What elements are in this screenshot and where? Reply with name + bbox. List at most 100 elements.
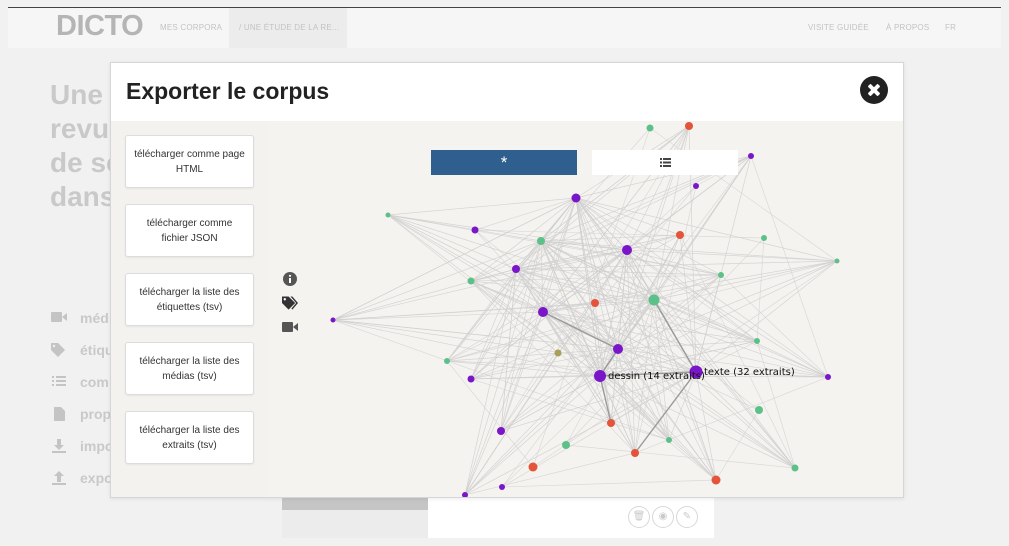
tags-icon (50, 343, 68, 357)
graph-edge (653, 260, 838, 301)
list-icon (50, 375, 68, 389)
graph-edges (332, 125, 838, 496)
graph-node[interactable] (685, 122, 693, 130)
network-graph[interactable]: texte (32 extraits) dessin (14 extraits)… (269, 121, 903, 497)
list-icon (659, 154, 671, 172)
background-panel-header (282, 496, 428, 510)
graph-edge (464, 352, 559, 496)
graph-node[interactable] (444, 358, 450, 364)
export-corpus-modal: Exporter le corpus télécharger comme pag… (110, 62, 904, 498)
graph-node[interactable] (622, 245, 632, 255)
upload-icon (50, 471, 68, 485)
asterisk-icon: * (500, 152, 508, 172)
menu-item-compositions[interactable]: com (50, 370, 113, 394)
menu-item-properties[interactable]: prop (50, 402, 113, 426)
graph-node[interactable] (471, 226, 479, 234)
graph-edge (464, 197, 577, 496)
top-rule (8, 7, 1001, 8)
graph-node[interactable] (571, 193, 581, 203)
download-json-button[interactable]: télécharger comme fichier JSON (125, 204, 254, 257)
graph-node[interactable] (538, 307, 548, 317)
graph-node[interactable] (834, 258, 840, 264)
trash-icon[interactable]: 🗑 (628, 506, 650, 528)
graph-node[interactable] (791, 464, 799, 472)
node-label-texte: texte (32 extraits) (704, 367, 795, 378)
download-html-button[interactable]: télécharger comme page HTML (125, 135, 254, 188)
graph-node[interactable] (718, 272, 724, 278)
graph-node[interactable] (497, 427, 505, 435)
graph-node[interactable] (748, 153, 754, 159)
nav-about[interactable]: À PROPOS (886, 23, 929, 32)
video-icon[interactable] (282, 319, 298, 335)
graph-node[interactable] (607, 419, 615, 427)
graph-node[interactable] (562, 441, 570, 449)
graph-node[interactable] (594, 370, 606, 382)
graph-edge (332, 268, 517, 321)
download-icon (50, 439, 68, 453)
graph-node[interactable] (648, 294, 660, 306)
graph-node[interactable] (676, 231, 684, 239)
graph-edge (501, 479, 717, 488)
graph-node[interactable] (761, 235, 767, 241)
graph-node[interactable] (825, 374, 831, 380)
graph-edge (464, 452, 636, 496)
pencil-icon[interactable]: ✎ (676, 506, 698, 528)
graph-node[interactable] (385, 212, 391, 218)
graph-node[interactable] (467, 375, 475, 383)
info-icon[interactable] (282, 271, 298, 287)
graph-node[interactable] (646, 124, 654, 132)
list-view-tab[interactable] (592, 150, 738, 175)
eye-icon[interactable]: ◉ (652, 506, 674, 528)
download-medias-tsv-button[interactable]: télécharger la liste des médias (tsv) (125, 342, 254, 395)
menu-item-export[interactable]: expo (50, 466, 113, 490)
app-logo[interactable]: DICTO (56, 10, 144, 43)
graph-edge (617, 155, 752, 350)
graph-node[interactable] (754, 338, 760, 344)
close-icon[interactable] (860, 76, 888, 104)
node-label-dessin: dessin (14 extraits) (608, 371, 705, 382)
graph-node[interactable] (528, 462, 538, 472)
graph-node[interactable] (613, 344, 623, 354)
graph-edge (626, 249, 722, 276)
graph-node[interactable] (755, 406, 763, 414)
video-icon (50, 311, 68, 325)
nav-language[interactable]: FR (945, 23, 956, 32)
graph-edge (649, 127, 838, 262)
graph-edge (540, 240, 829, 378)
menu-item-import[interactable]: impo (50, 434, 113, 458)
graph-edge (474, 229, 619, 350)
graph-node[interactable] (631, 449, 639, 457)
graph-edge (332, 197, 577, 321)
download-tags-tsv-button[interactable]: télécharger la liste des étiquettes (tsv… (125, 273, 254, 326)
corpus-menu: méd étiqu com prop impo expo (50, 306, 113, 498)
menu-item-medias[interactable]: méd (50, 306, 113, 330)
nav-guided-tour[interactable]: VISITE GUIDÉE (808, 23, 869, 32)
nav-breadcrumb[interactable]: / UNE ÉTUDE DE LA RE... (239, 23, 339, 32)
export-options-sidebar: télécharger comme page HTML télécharger … (111, 121, 269, 497)
graph-view-tab[interactable]: * (431, 150, 577, 175)
graph-edge (715, 409, 760, 481)
graph-node[interactable] (467, 277, 475, 285)
graph-node[interactable] (591, 299, 599, 307)
graph-edge (756, 237, 765, 342)
graph-node[interactable] (666, 437, 672, 443)
graph-edge (720, 274, 829, 378)
background-panel (282, 510, 428, 538)
graph-node[interactable] (711, 475, 721, 485)
menu-item-tags[interactable]: étiqu (50, 338, 113, 362)
graph-node[interactable] (537, 237, 545, 245)
graph-node[interactable] (499, 484, 505, 490)
graph-node[interactable] (554, 349, 562, 357)
graph-edge (626, 249, 838, 262)
graph-node[interactable] (330, 317, 336, 323)
graph-edge (387, 214, 544, 313)
graph-edge (474, 229, 670, 441)
graph-node[interactable] (512, 265, 520, 273)
network-graph-canvas[interactable]: texte (32 extraits) dessin (14 extraits) (269, 121, 903, 497)
nav-my-corpora[interactable]: MES CORPORA (160, 23, 222, 32)
tags-icon[interactable] (282, 295, 298, 311)
graph-node[interactable] (693, 183, 699, 189)
download-excerpts-tsv-button[interactable]: télécharger la liste des extraits (tsv) (125, 411, 254, 464)
file-icon (50, 407, 68, 421)
graph-edge (540, 125, 690, 242)
